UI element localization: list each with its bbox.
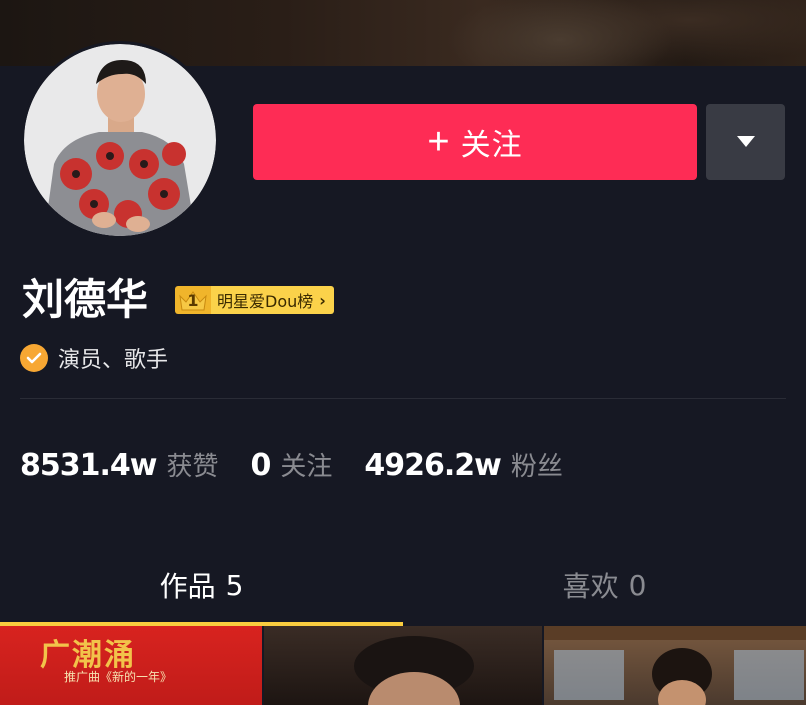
stat-value: 4926.2w bbox=[364, 448, 501, 483]
more-options-button[interactable] bbox=[706, 104, 785, 180]
chevron-right-icon: › bbox=[319, 290, 326, 310]
crown-icon: 1 bbox=[175, 286, 211, 314]
video-thumbnail[interactable] bbox=[264, 626, 542, 705]
content-tabs: 作品 5 喜欢 0 bbox=[0, 546, 806, 626]
stat-label: 粉丝 bbox=[510, 452, 563, 482]
avatar[interactable] bbox=[24, 44, 216, 236]
stats-row: 8531.4w 获赞 0 关注 4926.2w 粉丝 bbox=[20, 446, 595, 483]
follow-button[interactable]: + 关注 bbox=[253, 104, 697, 180]
stat-value: 0 bbox=[250, 448, 272, 483]
rank-label: 明星爱Dou榜 bbox=[217, 292, 314, 311]
follow-label: 关注 bbox=[460, 129, 523, 162]
stat-value: 8531.4w bbox=[20, 448, 157, 483]
video-grid: 广潮涌 推广曲《新的一年》 bbox=[0, 626, 806, 705]
verified-text: 演员、歌手 bbox=[58, 348, 169, 373]
video-thumbnail[interactable]: 广潮涌 推广曲《新的一年》 bbox=[0, 626, 263, 705]
divider bbox=[20, 398, 786, 399]
stat-followers[interactable]: 4926.2w 粉丝 bbox=[364, 446, 563, 483]
stat-following[interactable]: 0 关注 bbox=[251, 446, 333, 483]
profile-page: + 关注 刘德华 1 明星爱Dou榜 › 演员、歌手 8531.4w 获赞 0 … bbox=[0, 0, 806, 705]
tab-likes[interactable]: 喜欢 0 bbox=[403, 546, 806, 624]
video-subtitle: 推广曲《新的一年》 bbox=[64, 670, 173, 684]
stat-label: 获赞 bbox=[166, 452, 219, 482]
tab-count: 0 bbox=[628, 568, 647, 602]
tab-label: 作品 bbox=[159, 570, 216, 603]
stat-label: 关注 bbox=[280, 452, 333, 482]
chevron-down-icon bbox=[736, 133, 756, 152]
rank-badge[interactable]: 1 明星爱Dou榜 › bbox=[175, 286, 334, 314]
video-thumbnail[interactable] bbox=[543, 626, 806, 705]
tab-count: 5 bbox=[225, 568, 244, 602]
video-preview-image bbox=[354, 636, 475, 705]
video-preview-image bbox=[543, 626, 806, 705]
plus-icon: + bbox=[427, 121, 451, 163]
stat-likes[interactable]: 8531.4w 获赞 bbox=[20, 446, 219, 483]
profile-name: 刘德华 bbox=[22, 275, 149, 324]
tab-works[interactable]: 作品 5 bbox=[0, 546, 403, 624]
rank-number: 1 bbox=[187, 290, 199, 310]
verified-info: 演员、歌手 bbox=[20, 342, 168, 374]
tab-label: 喜欢 bbox=[562, 570, 619, 603]
verified-check-icon bbox=[20, 344, 48, 372]
